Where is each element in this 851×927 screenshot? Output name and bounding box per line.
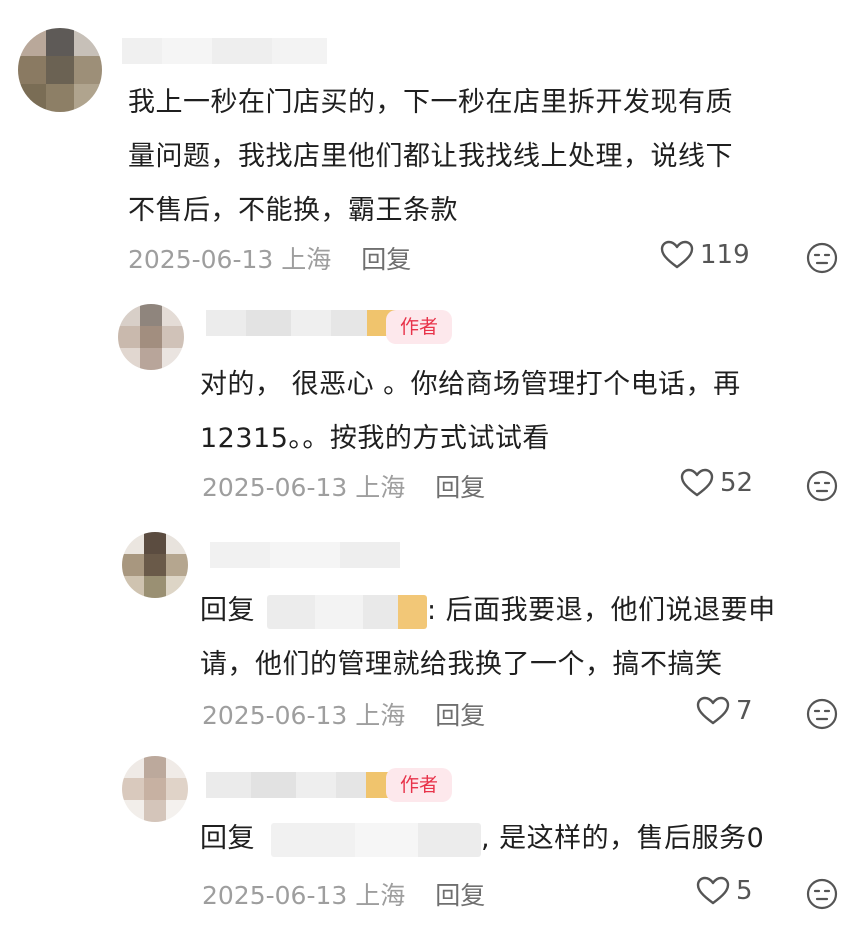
author-tag: 作者: [386, 768, 453, 802]
username-blurred[interactable]: [122, 38, 327, 64]
meh-face-icon[interactable]: [806, 470, 838, 502]
reply-prefix: 回复: [200, 823, 255, 854]
like-button[interactable]: 52: [680, 468, 753, 498]
comment-meta: 2025-06-13 上海 回复: [128, 240, 411, 276]
comment-text: 我上一秒在门店买的，下一秒在店里拆开发现有质 量问题，我找店里他们都让我找线上处…: [128, 87, 733, 226]
meh-face-icon[interactable]: [806, 698, 838, 730]
reply-text: : 后面我要退，他们说退要申: [427, 595, 776, 626]
reply-prefix: 回复: [200, 595, 255, 626]
avatar[interactable]: [122, 756, 188, 822]
comment-text: 回复: 后面我要退，他们说退要申 请，他们的管理就给我换了一个，搞不搞笑: [200, 594, 776, 680]
avatar[interactable]: [118, 304, 184, 370]
comment-text: 回复 , 是这样的，售后服务0: [200, 812, 840, 866]
date: 2025-06-13: [202, 473, 348, 502]
heart-outline-icon: [680, 468, 714, 497]
comment-meta: 2025-06-13 上海 回复: [202, 468, 485, 504]
username-blurred[interactable]: [210, 542, 400, 568]
like-button[interactable]: 7: [696, 696, 753, 726]
meh-face-icon[interactable]: [806, 878, 838, 910]
username-blurred[interactable]: [206, 772, 400, 798]
avatar[interactable]: [122, 532, 188, 598]
location: 上海: [355, 701, 406, 730]
comment-3: 回复: 后面我要退，他们说退要申 请，他们的管理就给我换了一个，搞不搞笑 202…: [0, 520, 851, 750]
meh-face-icon[interactable]: [806, 242, 838, 274]
reply-button[interactable]: 回复: [361, 245, 411, 274]
comment-text: 对的， 很恶心 。你给商场管理打个电话，再 12315。。按我的方式试试看: [200, 369, 741, 454]
like-count: 5: [736, 876, 753, 906]
mentioned-user-blurred[interactable]: [267, 594, 427, 629]
reply-button[interactable]: 回复: [435, 473, 485, 502]
like-button[interactable]: 119: [660, 240, 750, 270]
date: 2025-06-13: [202, 701, 348, 730]
location: 上海: [355, 881, 406, 910]
reply-button[interactable]: 回复: [435, 701, 485, 730]
date: 2025-06-13: [202, 881, 348, 910]
heart-outline-icon: [696, 876, 730, 905]
comment-4: 作者 回复 , 是这样的，售后服务0 2025-06-13 上海 回复 5: [0, 750, 851, 927]
reply-text: , 是这样的，售后服务0: [481, 823, 765, 854]
location: 上海: [355, 473, 406, 502]
comment-2: 作者 对的， 很恶心 。你给商场管理打个电话，再 12315。。按我的方式试试看…: [0, 290, 851, 515]
author-tag: 作者: [386, 310, 453, 344]
reply-button[interactable]: 回复: [435, 881, 485, 910]
heart-outline-icon: [660, 240, 694, 269]
username-blurred[interactable]: [206, 310, 401, 336]
like-count: 52: [720, 468, 754, 498]
comment-1: 我上一秒在门店买的，下一秒在店里拆开发现有质 量问题，我找店里他们都让我找线上处…: [0, 0, 851, 290]
like-button[interactable]: 5: [696, 876, 753, 906]
comment-meta: 2025-06-13 上海 回复: [202, 876, 485, 912]
like-count: 119: [700, 240, 750, 270]
avatar[interactable]: [18, 28, 102, 112]
mentioned-user-blurred[interactable]: [271, 822, 481, 857]
comment-meta: 2025-06-13 上海 回复: [202, 696, 485, 732]
location: 上海: [281, 245, 332, 274]
like-count: 7: [736, 696, 753, 726]
heart-outline-icon: [696, 696, 730, 725]
date: 2025-06-13: [128, 245, 274, 274]
